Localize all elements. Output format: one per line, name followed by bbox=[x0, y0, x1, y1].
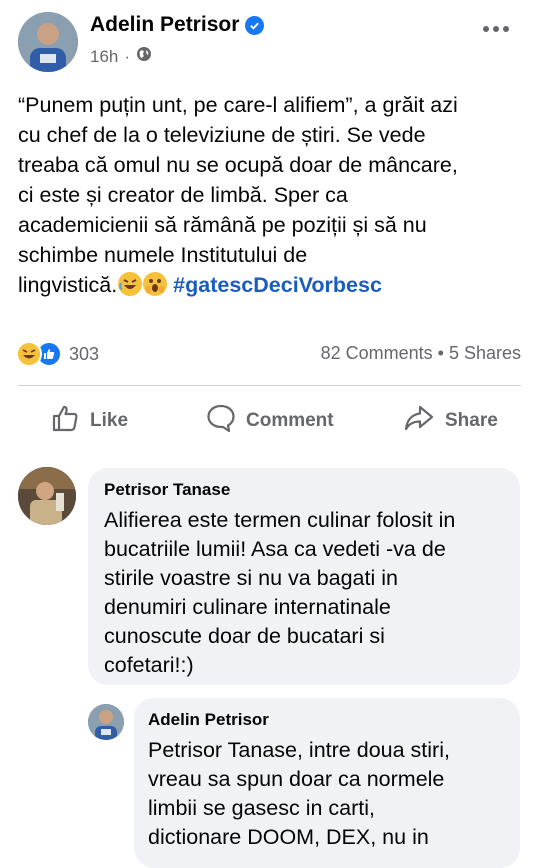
post-line: academicienii să rămână pe poziții și să… bbox=[18, 213, 427, 237]
reply-line: Petrisor Tanase, intre doua stiri, bbox=[148, 738, 450, 762]
thumbs-up-icon bbox=[50, 403, 80, 439]
reply-line: vreau sa spun doar ca normele bbox=[148, 767, 445, 791]
post-text: “Punem puțin unt, pe care-l alifiem”, a … bbox=[18, 90, 518, 300]
post-last-line: lingvistică. bbox=[18, 273, 118, 297]
haha-reaction-icon bbox=[16, 341, 42, 367]
comments-shares-count[interactable]: 82 Comments • 5 Shares bbox=[321, 343, 521, 364]
post-time[interactable]: 16h bbox=[90, 47, 118, 67]
reply-line: dictionare DOOM, DEX, nu in bbox=[148, 825, 429, 849]
comment-author[interactable]: Petrisor Tanase bbox=[104, 480, 230, 500]
comment-line: Alifierea este termen culinar folosit in bbox=[104, 508, 456, 532]
post-author-name[interactable]: Adelin Petrisor bbox=[90, 13, 239, 37]
share-button[interactable]: Share bbox=[403, 403, 498, 439]
post-author[interactable]: Adelin Petrisor bbox=[90, 13, 265, 37]
post-line: ci este și creator de limbă. Sper ca bbox=[18, 183, 348, 207]
dot-separator: · bbox=[124, 46, 131, 66]
globe-icon bbox=[136, 46, 152, 67]
author-avatar[interactable] bbox=[18, 12, 78, 72]
post-line: treaba că omul nu se ocupă doar de mânca… bbox=[18, 153, 458, 177]
reply-text: Petrisor Tanase, intre doua stiri, vreau… bbox=[148, 736, 513, 852]
reply-author-avatar[interactable] bbox=[88, 704, 124, 740]
more-icon[interactable] bbox=[482, 10, 510, 41]
comment-text: Alifierea este termen culinar folosit in… bbox=[104, 506, 514, 680]
comment-line: denumiri culinare internatinale bbox=[104, 595, 391, 619]
comment-line: stirile voastre si nu va bagati in bbox=[104, 566, 398, 590]
comment-line: cunoscute doar de bucatari si bbox=[104, 624, 385, 648]
share-label: Share bbox=[445, 410, 498, 431]
post-line: cu chef de la o televiziune de știri. Se… bbox=[18, 123, 426, 147]
post-line: schimbe numele Institutului de bbox=[18, 243, 308, 267]
shocked-emoji-icon bbox=[143, 272, 168, 296]
comment-line: bucatriile lumii! Asa ca vedeti -va de bbox=[104, 537, 446, 561]
comment-bubble-icon bbox=[206, 403, 236, 439]
verified-badge-icon bbox=[245, 15, 265, 35]
post-meta: 16h · bbox=[90, 46, 152, 67]
commenter-avatar[interactable] bbox=[18, 467, 76, 525]
divider bbox=[18, 385, 521, 386]
reaction-count: 303 bbox=[69, 343, 100, 364]
reactions-summary[interactable]: 303 bbox=[16, 341, 99, 367]
share-arrow-icon bbox=[403, 403, 435, 439]
comment-line: cofetari!:) bbox=[104, 653, 194, 677]
hashtag-link[interactable]: #gatescDeciVorbesc bbox=[173, 273, 382, 297]
post-line-last: lingvistică. #gatescDeciVorbesc bbox=[18, 270, 518, 300]
like-label: Like bbox=[90, 410, 129, 431]
laughing-emoji-icon bbox=[118, 272, 143, 296]
post-line: “Punem puțin unt, pe care-l alifiem”, a … bbox=[18, 93, 458, 117]
comment-label: Comment bbox=[246, 410, 334, 431]
reply-author[interactable]: Adelin Petrisor bbox=[148, 710, 269, 730]
like-button[interactable]: Like bbox=[50, 403, 128, 439]
comment-button[interactable]: Comment bbox=[206, 403, 334, 439]
reply-line: limbii se gasesc in carti, bbox=[148, 796, 376, 820]
